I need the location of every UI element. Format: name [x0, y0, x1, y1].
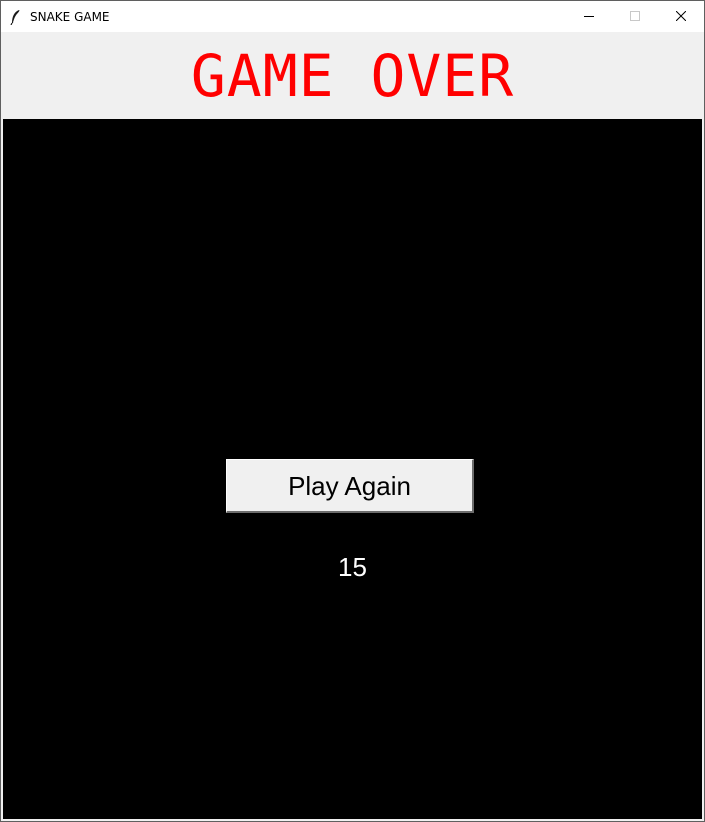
- minimize-button[interactable]: [566, 1, 612, 32]
- feather-icon: [9, 9, 23, 26]
- game-over-label: GAME OVER: [190, 42, 515, 110]
- window-title: SNAKE GAME: [30, 10, 110, 24]
- close-icon: [676, 11, 686, 21]
- maximize-button[interactable]: [612, 1, 658, 32]
- app-window: SNAKE GAME GAME OVER Play Again 15: [0, 0, 705, 822]
- minimize-icon: [584, 16, 594, 17]
- final-score: 15: [338, 552, 367, 582]
- close-button[interactable]: [658, 1, 704, 32]
- maximize-icon: [630, 11, 640, 21]
- game-canvas[interactable]: Play Again 15: [3, 119, 702, 819]
- play-again-button[interactable]: Play Again: [226, 459, 474, 513]
- score-header: GAME OVER: [1, 32, 704, 118]
- title-bar[interactable]: SNAKE GAME: [1, 1, 704, 32]
